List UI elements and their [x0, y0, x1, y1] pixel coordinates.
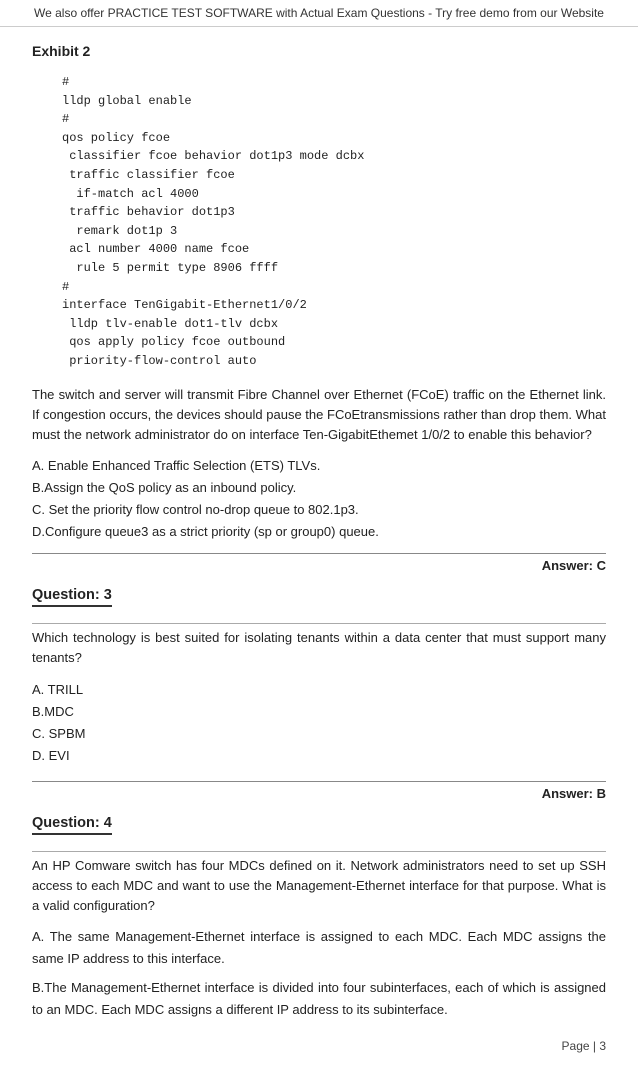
page-footer: Page | 3	[562, 1039, 606, 1053]
option-item: B.MDC	[32, 701, 606, 723]
question4-description: An HP Comware switch has four MDCs defin…	[32, 856, 606, 916]
option-item: A. TRILL	[32, 679, 606, 701]
option-item: A. The same Management-Ethernet interfac…	[32, 926, 606, 970]
question3-description: Which technology is best suited for isol…	[32, 628, 606, 668]
option-item: C. SPBM	[32, 723, 606, 745]
question3-title: Question: 3	[32, 587, 112, 607]
question3-options: A. TRILLB.MDCC. SPBMD. EVI	[32, 679, 606, 767]
question3-block: Question: 3 Which technology is best sui…	[32, 587, 606, 767]
q4-divider	[32, 851, 606, 852]
option-item: D.Configure queue3 as a strict priority …	[32, 521, 606, 543]
question3-answer: Answer: B	[32, 781, 606, 805]
question4-title: Question: 4	[32, 815, 112, 835]
option-item: D. EVI	[32, 745, 606, 767]
question4-options: A. The same Management-Ethernet interfac…	[32, 926, 606, 1020]
question2-options: A. Enable Enhanced Traffic Selection (ET…	[32, 455, 606, 543]
option-item: A. Enable Enhanced Traffic Selection (ET…	[32, 455, 606, 477]
code-block: # lldp global enable # qos policy fcoe c…	[32, 67, 606, 377]
exhibit-label: Exhibit 2	[32, 43, 606, 59]
option-item: B.Assign the QoS policy as an inbound po…	[32, 477, 606, 499]
top-banner: We also offer PRACTICE TEST SOFTWARE wit…	[0, 0, 638, 27]
question2-description: The switch and server will transmit Fibr…	[32, 385, 606, 445]
q3-divider	[32, 623, 606, 624]
option-item: B.The Management-Ethernet interface is d…	[32, 977, 606, 1021]
content-area: Exhibit 2 # lldp global enable # qos pol…	[0, 27, 638, 1065]
banner-text: We also offer PRACTICE TEST SOFTWARE wit…	[34, 6, 604, 20]
option-item: C. Set the priority flow control no-drop…	[32, 499, 606, 521]
question2-answer: Answer: C	[32, 553, 606, 577]
page-container: We also offer PRACTICE TEST SOFTWARE wit…	[0, 0, 638, 1065]
question4-block: Question: 4 An HP Comware switch has fou…	[32, 815, 606, 1021]
